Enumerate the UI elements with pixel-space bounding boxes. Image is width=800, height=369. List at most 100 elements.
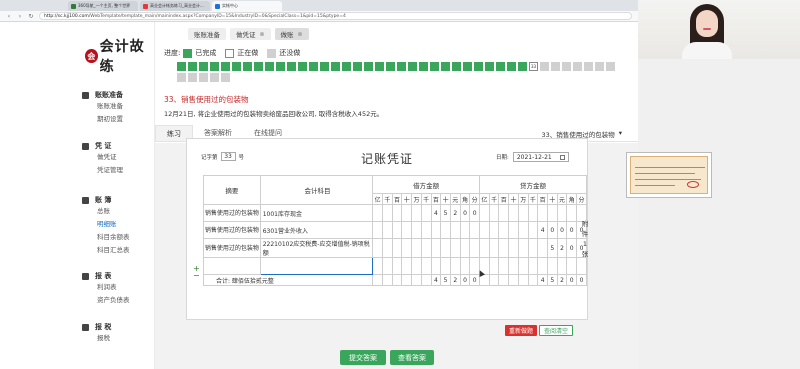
- amount-digit-cell[interactable]: [420, 204, 432, 222]
- amount-digit-cell[interactable]: 0: [556, 221, 568, 239]
- question-cell[interactable]: [540, 62, 549, 71]
- amount-digit-cell[interactable]: [401, 257, 413, 275]
- question-cell[interactable]: [331, 62, 340, 71]
- amount-digit-cell[interactable]: 0: [566, 238, 578, 258]
- amount-digit-cell[interactable]: [449, 221, 461, 239]
- sidebar-item-tax[interactable]: 报税: [82, 332, 111, 345]
- forward-icon[interactable]: ›: [17, 13, 23, 20]
- question-cell[interactable]: [562, 62, 571, 71]
- amount-digit-cell[interactable]: [546, 257, 558, 275]
- question-cell[interactable]: [485, 62, 494, 71]
- amount-digit-cell[interactable]: [411, 204, 422, 222]
- amount-digit-cell[interactable]: [488, 221, 500, 239]
- question-cell[interactable]: [188, 62, 197, 71]
- voucher-number-input[interactable]: 33: [220, 152, 236, 161]
- tab-prep[interactable]: 账账准备: [188, 28, 226, 40]
- amount-digit-cell[interactable]: 0: [469, 204, 481, 222]
- amount-digit-cell[interactable]: [382, 238, 393, 258]
- amount-digit-cell[interactable]: [498, 238, 510, 258]
- amount-digit-cell[interactable]: [391, 238, 403, 258]
- question-cell[interactable]: [342, 62, 351, 71]
- question-cell[interactable]: [199, 73, 208, 82]
- question-cell[interactable]: [254, 62, 263, 71]
- amount-digit-cell[interactable]: [498, 221, 510, 239]
- amount-digit-cell[interactable]: [517, 221, 529, 239]
- question-cell[interactable]: [177, 73, 186, 82]
- question-cell[interactable]: [452, 62, 461, 71]
- question-cell[interactable]: [177, 62, 186, 71]
- amount-digit-cell[interactable]: [440, 221, 451, 239]
- sidebar-item-general-ledger[interactable]: 总账: [82, 205, 130, 218]
- amount-digit-cell[interactable]: [517, 204, 529, 222]
- question-cell[interactable]: [188, 73, 197, 82]
- amount-digit-cell[interactable]: [508, 257, 519, 275]
- amount-digit-cell[interactable]: [401, 221, 413, 239]
- amount-digit-cell[interactable]: [459, 257, 471, 275]
- amount-digit-cell[interactable]: [372, 238, 383, 258]
- question-cell[interactable]: [210, 73, 219, 82]
- question-cell[interactable]: [584, 62, 593, 71]
- sidebar-item-prep[interactable]: 账账准备: [82, 100, 123, 113]
- amount-digit-cell[interactable]: 0: [459, 204, 471, 222]
- amount-digit-cell[interactable]: 5: [546, 238, 558, 258]
- amount-digit-cell[interactable]: [391, 221, 403, 239]
- amount-digit-cell[interactable]: [391, 204, 403, 222]
- question-cell[interactable]: [309, 62, 318, 71]
- browser-tab[interactable]: 360导航_一个主页, 整个世界: [68, 1, 138, 11]
- question-cell[interactable]: [430, 62, 439, 71]
- back-icon[interactable]: ‹: [6, 13, 12, 20]
- question-cell[interactable]: [375, 62, 384, 71]
- amount-digit-cell[interactable]: [430, 221, 442, 239]
- question-cell[interactable]: [353, 62, 362, 71]
- reload-icon[interactable]: ↻: [28, 13, 34, 20]
- question-cell[interactable]: [463, 62, 472, 71]
- amount-digit-cell[interactable]: [459, 238, 471, 258]
- question-cell[interactable]: [518, 62, 527, 71]
- amount-digit-cell[interactable]: [479, 204, 490, 222]
- amount-digit-cell[interactable]: [440, 238, 451, 258]
- amount-digit-cell[interactable]: [537, 257, 548, 275]
- amount-digit-cell[interactable]: [372, 221, 383, 239]
- question-cell[interactable]: 33: [529, 62, 538, 71]
- amount-digit-cell[interactable]: [576, 257, 587, 275]
- amount-digit-cell[interactable]: [469, 221, 481, 239]
- view-answer-button[interactable]: 查看答案: [390, 350, 434, 365]
- amount-digit-cell[interactable]: 4: [430, 204, 442, 222]
- amount-digit-cell[interactable]: [420, 238, 432, 258]
- summary-cell[interactable]: [203, 257, 261, 275]
- amount-digit-cell[interactable]: [566, 204, 578, 222]
- question-cell[interactable]: [595, 62, 604, 71]
- question-cell[interactable]: [276, 62, 285, 71]
- amount-digit-cell[interactable]: 4: [537, 221, 548, 239]
- amount-digit-cell[interactable]: [372, 257, 383, 275]
- sidebar-item-initial[interactable]: 期初设置: [82, 113, 123, 126]
- date-input[interactable]: 2021-12-21: [512, 152, 569, 162]
- amount-digit-cell[interactable]: [527, 257, 539, 275]
- amount-digit-cell[interactable]: [508, 221, 519, 239]
- question-cell[interactable]: [243, 62, 252, 71]
- amount-digit-cell[interactable]: 2: [449, 204, 461, 222]
- sidebar-item-summary[interactable]: 科目汇总表: [82, 244, 130, 257]
- tab-bookkeeping[interactable]: 做账 ⊗: [274, 28, 309, 40]
- amount-digit-cell[interactable]: [556, 257, 568, 275]
- question-cell[interactable]: [265, 62, 274, 71]
- amount-digit-cell[interactable]: [527, 238, 539, 258]
- amount-digit-cell[interactable]: [372, 204, 383, 222]
- amount-digit-cell[interactable]: 0: [566, 221, 578, 239]
- question-cell[interactable]: [298, 62, 307, 71]
- account-cell[interactable]: 6301营业外收入: [259, 221, 374, 239]
- tab-voucher[interactable]: 做凭证 ⊗: [230, 28, 271, 40]
- amount-digit-cell[interactable]: [488, 204, 500, 222]
- amount-digit-cell[interactable]: [382, 204, 393, 222]
- submit-answer-button[interactable]: 提交答案: [340, 350, 386, 365]
- amount-digit-cell[interactable]: [537, 204, 548, 222]
- amount-digit-cell[interactable]: [488, 257, 500, 275]
- amount-digit-cell[interactable]: [449, 238, 461, 258]
- amount-digit-cell[interactable]: 5: [440, 204, 451, 222]
- account-cell[interactable]: [259, 257, 374, 275]
- amount-digit-cell[interactable]: [546, 204, 558, 222]
- sidebar-item-make-voucher[interactable]: 做凭证: [82, 151, 123, 164]
- summary-cell[interactable]: 销售使用过的包装物: [203, 204, 261, 222]
- question-cell[interactable]: [386, 62, 395, 71]
- amount-digit-cell[interactable]: [459, 221, 471, 239]
